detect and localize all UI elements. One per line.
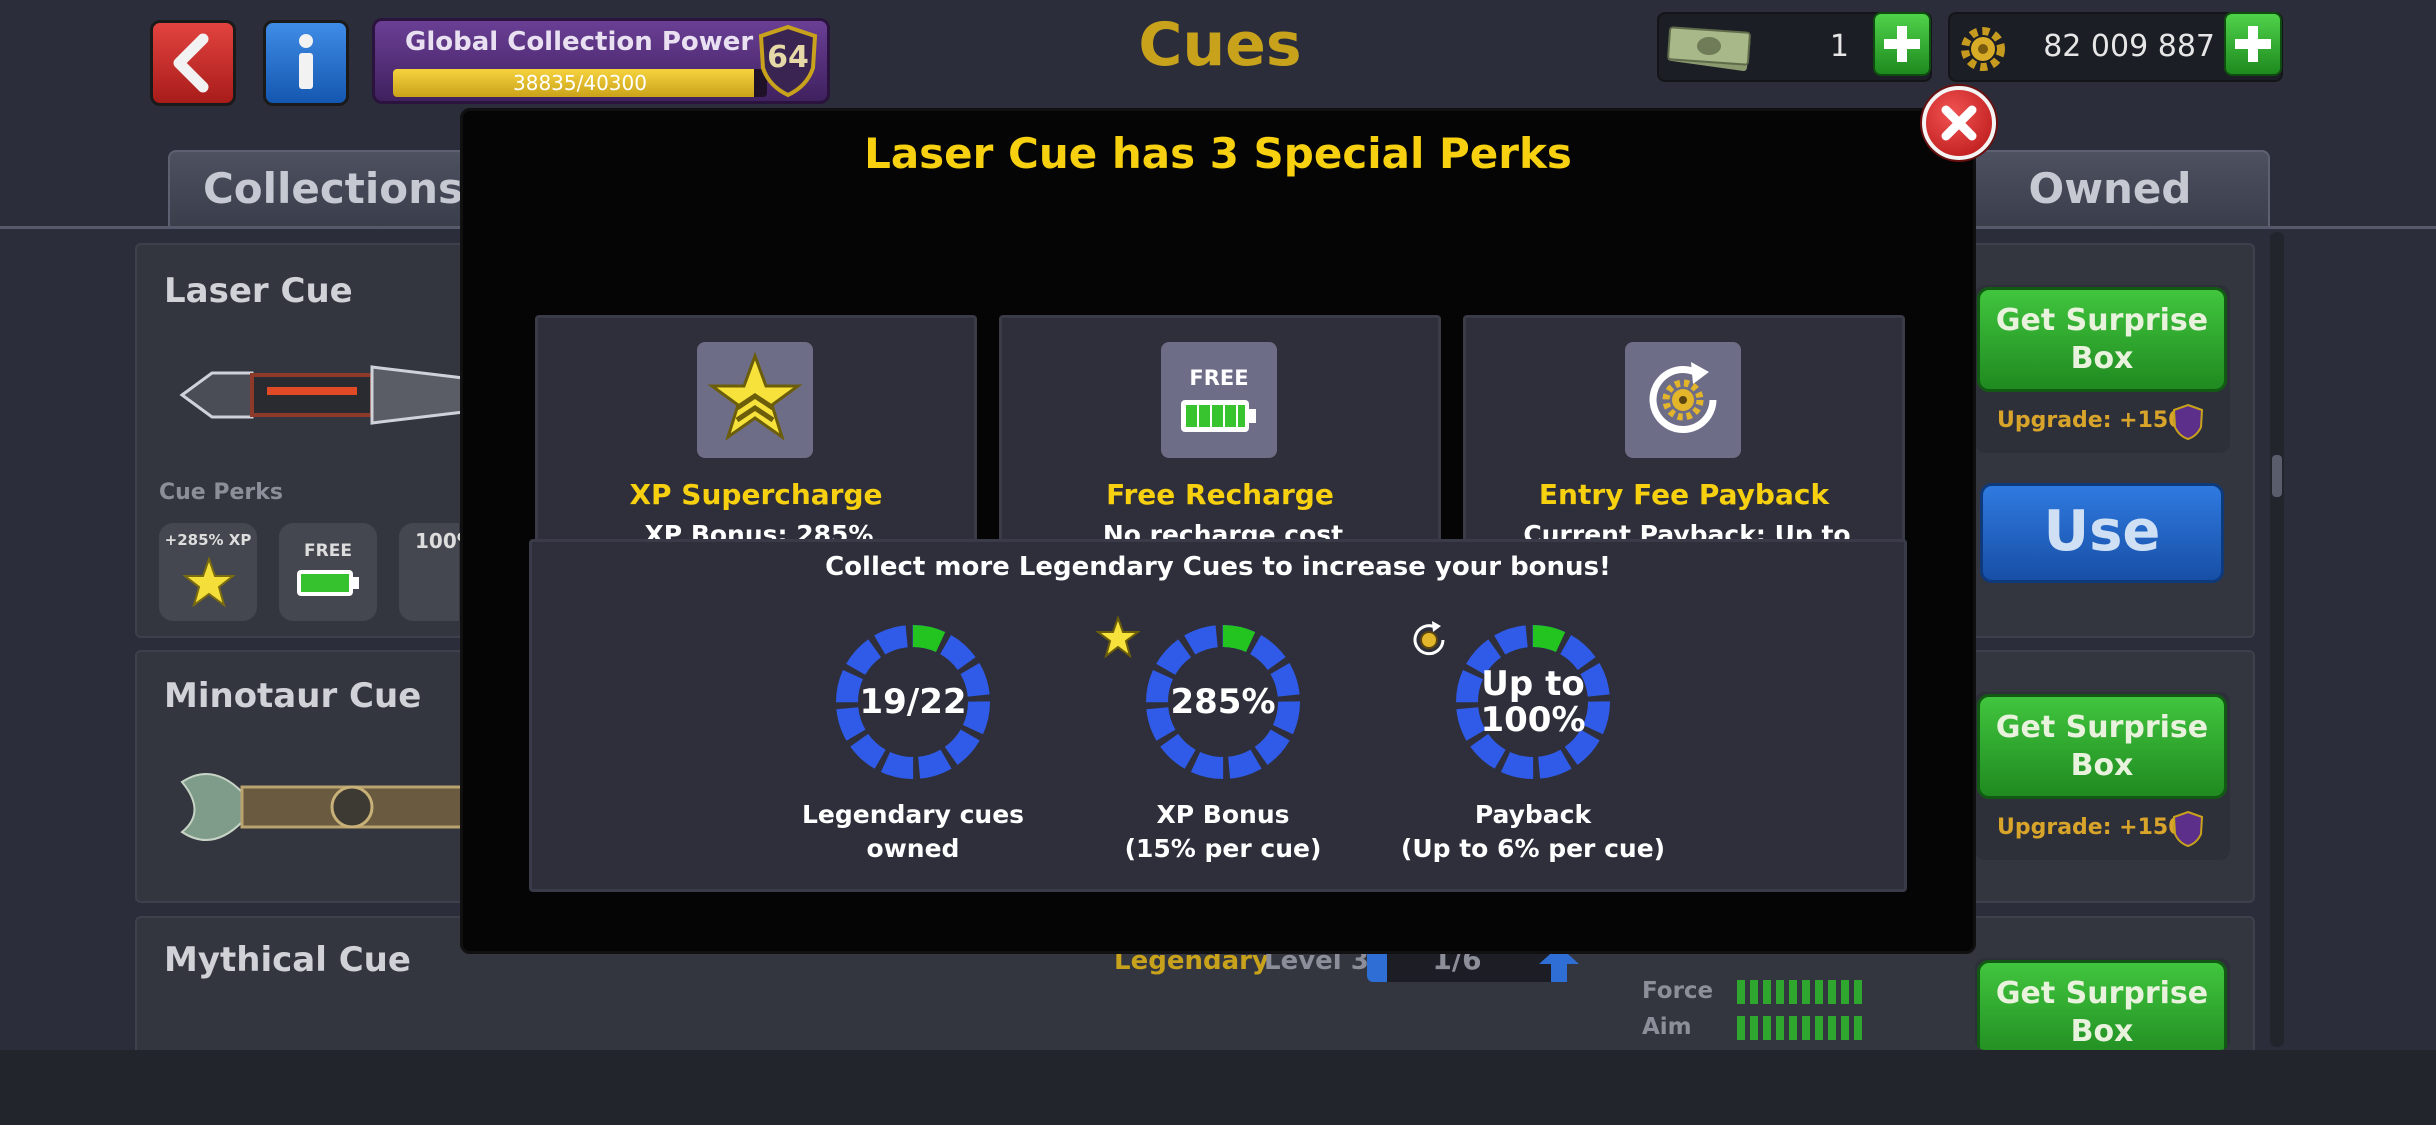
bonus-heading: Collect more Legendary Cues to increase … — [825, 552, 1611, 582]
star-chevron-icon — [183, 557, 235, 608]
legendary-count-value: 19/22 — [859, 682, 967, 722]
shield-icon — [2172, 810, 2204, 848]
tab-owned-label: Owned — [2028, 164, 2192, 213]
stat-aim-label: Aim — [1642, 1014, 1692, 1040]
payback-gear-icon — [1649, 362, 1717, 433]
caption-line: (Up to 6% per cue) — [1400, 834, 1666, 863]
collection-level: 64 — [767, 40, 809, 75]
plus-icon — [1884, 26, 1920, 62]
upgrade-label: Upgrade: +150 — [1997, 815, 2184, 840]
mythical-cue-actions: Get Surprise Box — [1975, 958, 2230, 1050]
minotaur-cue-actions: Get Surprise Box Upgrade: +150 — [1975, 692, 2230, 860]
battery-icon — [297, 570, 359, 596]
payback-caption: Payback (Up to 6% per cue) — [1383, 798, 1683, 866]
add-coins-button[interactable] — [2224, 12, 2282, 76]
plus-icon — [2235, 26, 2271, 62]
gear-coin-icon — [1961, 27, 2005, 71]
tab-collections[interactable]: Collections — [168, 150, 498, 228]
get-surprise-box-button[interactable]: Get Surprise Box — [1977, 694, 2227, 799]
perk-free-mini[interactable]: FREE — [279, 523, 377, 621]
caption-line: (15% per cue) — [1124, 834, 1322, 863]
get-surprise-box-button[interactable]: Get Surprise Box — [1977, 960, 2227, 1050]
caption-line: Legendary cues — [801, 800, 1025, 829]
legendary-count-caption: Legendary cues owned — [763, 798, 1063, 866]
perk-icon-box — [697, 342, 813, 458]
collection-power-label: Global Collection Power — [405, 27, 754, 57]
perk-icon-box — [1625, 342, 1741, 458]
coin-value: 82 009 887 — [2043, 29, 2215, 64]
perk-name: Free Recharge — [1106, 478, 1334, 511]
payback-gear-icon — [1413, 621, 1445, 656]
dialog-title: Laser Cue has 3 Special Perks — [864, 129, 1572, 178]
legendary-bonus-panel: Collect more Legendary Cues to increase … — [529, 539, 1907, 892]
collection-power-panel[interactable]: Global Collection Power 38835/40300 64 — [372, 18, 830, 104]
star-chevron-icon — [707, 351, 803, 441]
cash-value: 1 — [1829, 29, 1849, 64]
close-button[interactable] — [1922, 86, 1996, 160]
back-button[interactable] — [150, 20, 236, 106]
caption-line: XP Bonus — [1156, 800, 1290, 829]
perk-xp-mini-label: +285% XP — [164, 531, 252, 549]
info-button[interactable] — [263, 20, 349, 106]
tab-collections-label: Collections — [202, 164, 464, 213]
bottom-bar — [0, 1050, 2436, 1125]
special-perks-dialog: Laser Cue has 3 Special Perks XP Superch… — [460, 108, 1976, 954]
star-chevron-icon — [1096, 616, 1140, 659]
perk-icon-box: FREE — [1161, 342, 1277, 458]
payback-value-line: Up to — [1481, 664, 1585, 704]
perk-name: XP Supercharge — [629, 478, 883, 511]
close-icon — [1941, 105, 1977, 141]
shield-icon — [2172, 403, 2204, 441]
cue-name: Laser Cue — [164, 271, 353, 311]
perk-payback-mini[interactable]: 100% — [399, 523, 477, 621]
payback-value-line: 100% — [1480, 700, 1586, 740]
perk-free-mini-label: FREE — [304, 541, 352, 561]
minotaur-cue-image — [180, 773, 492, 841]
chevron-left-icon — [173, 33, 209, 93]
add-cash-button[interactable] — [1873, 12, 1931, 76]
payback-value: Up to 100% — [1453, 666, 1613, 738]
cue-perks-label: Cue Perks — [159, 480, 284, 505]
collection-power-bar: 38835/40300 — [393, 69, 767, 97]
stat-force-bar — [1737, 980, 1867, 1004]
collection-power-value: 38835/40300 — [513, 71, 647, 95]
upgrade-label: Upgrade: +150 — [1997, 408, 2184, 433]
laser-cue-image — [179, 365, 502, 425]
laser-cue-actions: Get Surprise Box Upgrade: +150 — [1975, 285, 2230, 453]
perk-xp-mini[interactable]: +285% XP — [159, 523, 257, 621]
scrollbar[interactable] — [2270, 232, 2284, 1047]
xp-bonus-value: 285% — [1170, 682, 1276, 722]
cue-name: Mythical Cue — [164, 940, 411, 980]
page-title: Cues — [1138, 10, 1302, 80]
battery-icon — [1181, 400, 1256, 432]
tab-owned[interactable]: Owned — [1950, 150, 2270, 228]
cash-stack-icon — [1667, 26, 1751, 72]
battery-icon-text: FREE — [1189, 366, 1249, 390]
caption-line: owned — [866, 834, 960, 863]
info-icon — [299, 34, 313, 89]
scrollbar-thumb[interactable] — [2272, 455, 2282, 497]
use-button[interactable]: Use — [1980, 483, 2224, 583]
cue-name: Minotaur Cue — [164, 676, 422, 716]
xp-bonus-caption: XP Bonus (15% per cue) — [1073, 798, 1373, 866]
caption-line: Payback — [1474, 800, 1592, 829]
perk-name: Entry Fee Payback — [1538, 478, 1830, 511]
get-surprise-box-button[interactable]: Get Surprise Box — [1977, 287, 2227, 392]
stat-aim-bar — [1737, 1016, 1867, 1040]
stat-force-label: Force — [1642, 978, 1714, 1004]
